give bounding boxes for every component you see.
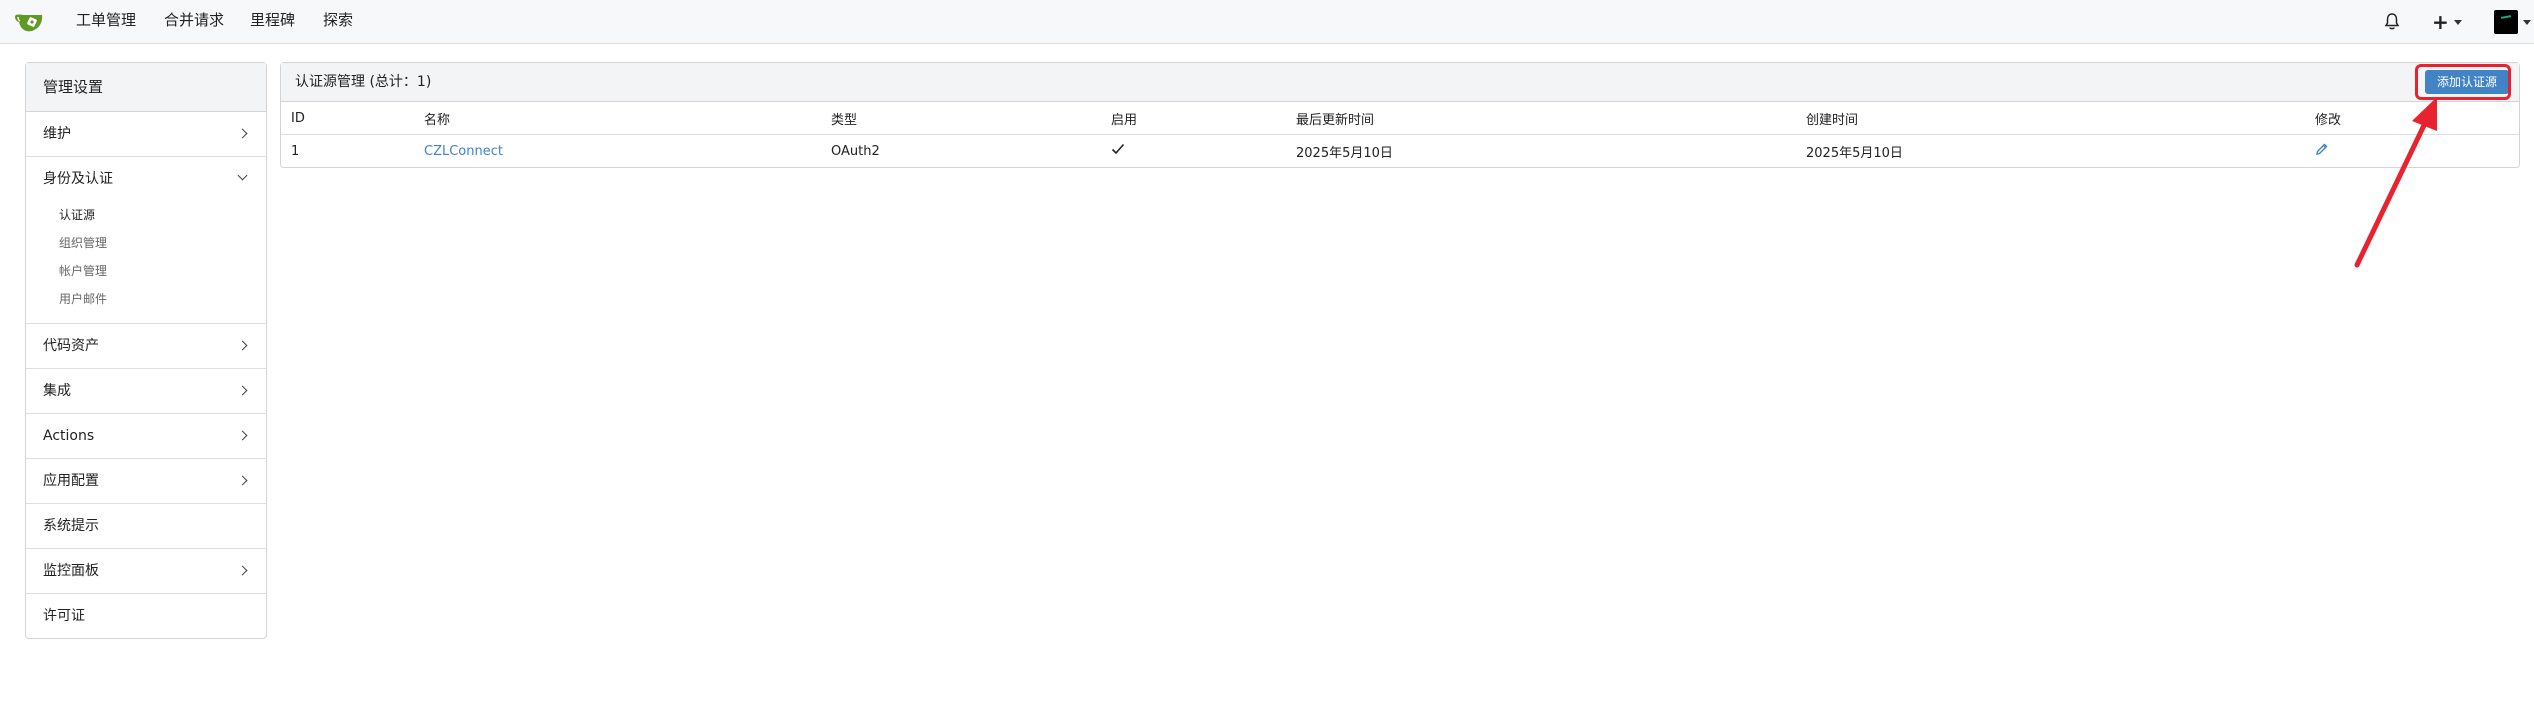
sidebar-item-label: 集成 [43,383,71,399]
auth-source-name-link[interactable]: CZLConnect [424,144,503,159]
chevron-right-icon [237,430,248,441]
gitea-logo-icon[interactable] [14,7,48,37]
cell-updated: 2025年5月10日 [1296,145,1393,161]
notifications-button[interactable] [2384,0,2400,44]
sidebar-item-monitor[interactable]: 监控面板 [26,549,266,594]
sidebar-item-integrations[interactable]: 集成 [26,369,266,414]
sidebar-item-notices[interactable]: 系统提示 [26,504,266,549]
sidebar-subitem-auth-sources[interactable]: 认证源 [26,201,266,229]
chevron-right-icon [237,385,248,396]
sidebar-item-label: 监控面板 [43,563,99,579]
cell-type: OAuth2 [831,143,880,159]
bell-icon [2384,13,2400,30]
cell-edit [2315,135,2519,168]
chevron-right-icon [237,475,248,486]
check-icon [1111,143,1125,155]
chevron-right-icon [237,128,248,139]
top-navbar: 工单管理 合并请求 里程碑 探索 + [0,0,2534,44]
chevron-down-icon [2523,19,2531,25]
column-header-created: 创建时间 [1806,102,2315,135]
column-header-name: 名称 [424,102,831,135]
sidebar-item-label: 身份及认证 [43,171,113,187]
sidebar-item-label: 应用配置 [43,473,99,489]
cell-enabled [1111,135,1296,168]
sidebar-item-identity-access[interactable]: 身份及认证 [26,157,266,201]
sidebar-item-label: 系统提示 [43,518,99,534]
avatar [2494,10,2518,34]
chevron-right-icon [237,340,248,351]
sidebar-item-maintenance[interactable]: 维护 [26,112,266,157]
chevron-down-icon [237,170,248,181]
sidebar-subitem-accounts[interactable]: 帐户管理 [26,257,266,285]
create-new-button[interactable]: + [2432,0,2462,44]
panel-header: 认证源管理 (总计：1) 添加认证源 [281,63,2519,102]
sidebar-group-identity: 身份及认证 认证源 组织管理 帐户管理 用户邮件 [26,157,266,324]
table-row: 1 CZLConnect OAuth2 2025年5月10日 2025年5月10… [281,135,2519,168]
column-header-edit: 修改 [2315,102,2519,135]
column-header-type: 类型 [831,102,1111,135]
annotation-highlight-box [2415,64,2511,100]
sidebar-item-code-assets[interactable]: 代码资产 [26,324,266,369]
nav-milestones[interactable]: 里程碑 [250,0,295,44]
sidebar-subitem-emails[interactable]: 用户邮件 [26,285,266,313]
sidebar-item-license[interactable]: 许可证 [26,594,266,638]
column-header-id: ID [281,102,424,135]
user-menu-button[interactable] [2494,0,2531,44]
sidebar-item-label: 许可证 [43,608,85,624]
sidebar-item-label: 维护 [43,126,71,142]
table-header-row: ID 名称 类型 启用 最后更新时间 创建时间 修改 [281,102,2519,135]
panel-title: 认证源管理 (总计：1) [295,74,432,90]
nav-issues[interactable]: 工单管理 [76,0,136,44]
auth-sources-panel: 认证源管理 (总计：1) 添加认证源 ID 名称 类型 启用 最后更新时间 创建… [280,62,2520,168]
column-header-updated: 最后更新时间 [1296,102,1806,135]
column-header-enabled: 启用 [1111,102,1296,135]
admin-sidebar: 管理设置 维护 身份及认证 认证源 组织管理 帐户管理 用户邮件 代码资产 集成… [25,62,267,639]
cell-created: 2025年5月10日 [1806,145,1903,161]
nav-pull-requests[interactable]: 合并请求 [164,0,224,44]
sidebar-item-actions[interactable]: Actions [26,414,266,459]
pencil-icon[interactable] [2315,142,2329,156]
sidebar-item-label: 代码资产 [43,338,99,354]
chevron-down-icon [2453,19,2462,25]
cell-id: 1 [291,143,300,159]
nav-explore[interactable]: 探索 [323,0,353,44]
auth-sources-table: ID 名称 类型 启用 最后更新时间 创建时间 修改 1 CZLConnect … [281,102,2519,167]
sidebar-item-config[interactable]: 应用配置 [26,459,266,504]
sidebar-item-label: Actions [43,428,95,444]
plus-icon: + [2432,10,2449,34]
sidebar-subitem-organizations[interactable]: 组织管理 [26,229,266,257]
sidebar-title: 管理设置 [26,63,266,112]
chevron-right-icon [237,565,248,576]
